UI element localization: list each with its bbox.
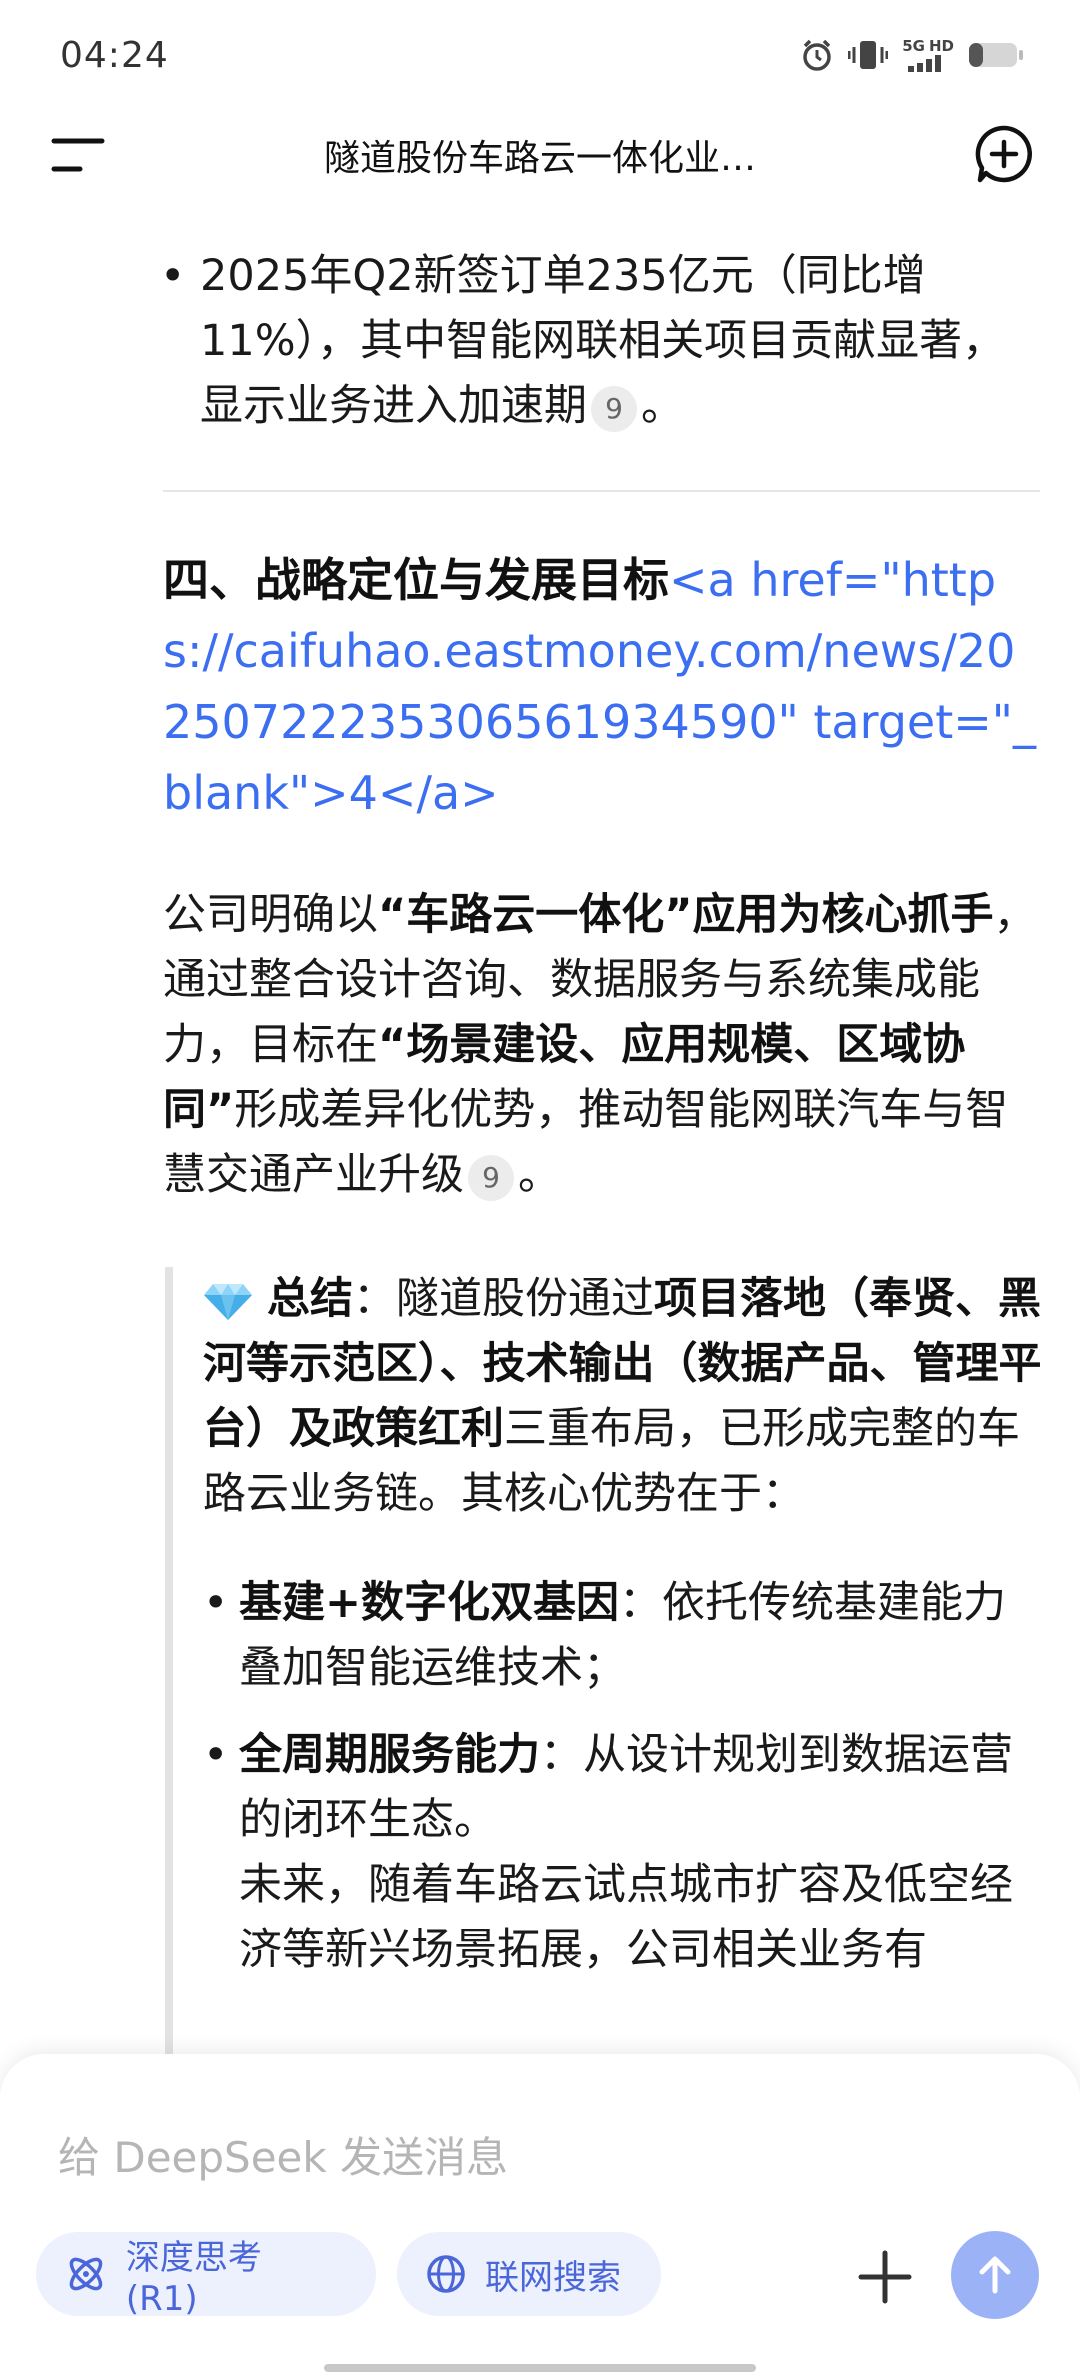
conversation-title[interactable]: 隧道股份车路云一体化业…	[324, 129, 756, 181]
list-item-title: 基建+数字化双基因	[239, 1578, 620, 1628]
alarm-icon	[803, 39, 831, 71]
list-item: • 2025年Q2新签订单235亿元（同比增11%），其中智能网联相关项目贡献显…	[160, 244, 1040, 439]
network-hd-label: HD	[928, 37, 954, 55]
paragraph-text: 形成差异化优势，推动智能网联汽车与智慧交通产业升级	[163, 1085, 1009, 1200]
citation-badge[interactable]: 9	[591, 385, 637, 432]
citation-badge[interactable]: 9	[468, 1154, 514, 1201]
gem-icon	[204, 1283, 252, 1320]
bullet-dot: •	[203, 1730, 229, 1780]
list-item: • 基建+数字化双基因：依托传统基建能力叠加智能运维技术；	[203, 1571, 1045, 1701]
deep-think-button[interactable]: 深度思考 (R1)	[36, 2232, 376, 2319]
signal-icon	[908, 55, 942, 72]
summary-label: 总结	[267, 1274, 353, 1324]
section-divider	[163, 490, 1040, 492]
status-bar: 04:24 5G HD	[0, 0, 1080, 110]
section-title: 四、战略定位与发展目标	[163, 553, 669, 607]
bullet-dot: •	[160, 251, 186, 301]
battery-icon	[969, 43, 1023, 67]
list-item-text: 2025年Q2新签订单235亿元（同比增11%），其中智能网联相关项目贡献显著，…	[200, 244, 1040, 439]
network-5g-label: 5G	[902, 37, 925, 55]
new-chat-icon[interactable]	[974, 124, 1034, 184]
emphasis-text: “车路云一体化”应用为核心抓手	[378, 890, 994, 940]
list-item-title: 全周期服务能力	[239, 1730, 540, 1780]
deep-think-label: 深度思考 (R1)	[125, 2237, 262, 2319]
menu-icon[interactable]	[50, 132, 106, 178]
message-content: • 2025年Q2新签订单235亿元（同比增11%），其中智能网联相关项目贡献显…	[0, 200, 1080, 2060]
summary-list: • 基建+数字化双基因：依托传统基建能力叠加智能运维技术； • 全周期服务能力：…	[203, 1571, 1045, 1983]
bullet-dot: •	[203, 1578, 229, 1628]
summary-tail: 未来，随着车路云试点城市扩容及低空经济等新兴场景拓展，公司相关业务有	[239, 1860, 1013, 1975]
paragraph: 公司明确以“车路云一体化”应用为核心抓手，通过整合设计咨询、数据服务与系统集成能…	[163, 883, 1043, 1208]
paragraph-text: 公司明确以	[163, 890, 378, 940]
summary-paragraph: 总结：隧道股份通过项目落地（奉贤、黑河等示范区）、技术输出（数据产品、管理平台）…	[203, 1267, 1045, 1527]
input-panel: 给 DeepSeek 发送消息 深度思考 (R1) 联网搜索	[0, 2054, 1080, 2376]
globe-icon	[427, 2255, 465, 2293]
home-indicator[interactable]	[324, 2364, 756, 2372]
network-indicator: 5G HD	[902, 38, 954, 72]
arrow-up-icon	[979, 2256, 1011, 2294]
message-input[interactable]: 给 DeepSeek 发送消息	[58, 2124, 508, 2185]
web-search-label: 联网搜索	[485, 2257, 621, 2298]
section-heading: 四、战略定位与发展目标<a href="https://caifuhao.eas…	[163, 545, 1043, 829]
vibrate-icon	[848, 41, 889, 69]
send-button[interactable]	[951, 2231, 1039, 2319]
plus-icon[interactable]	[855, 2247, 915, 2307]
web-search-button[interactable]: 联网搜索	[397, 2232, 661, 2316]
atom-icon	[69, 2257, 103, 2291]
chat-header: 隧道股份车路云一体化业…	[0, 110, 1080, 200]
sentence-end: 。	[641, 381, 684, 431]
sentence-end: 。	[518, 1150, 561, 1200]
status-icons: 5G HD	[800, 38, 1024, 72]
list-item: • 全周期服务能力：从设计规划到数据运营的闭环生态。 未来，随着车路云试点城市扩…	[203, 1723, 1045, 1983]
summary-blockquote: 总结：隧道股份通过项目落地（奉贤、黑河等示范区）、技术输出（数据产品、管理平台）…	[165, 1267, 1045, 2060]
status-time: 04:24	[60, 34, 169, 76]
summary-text: ：隧道股份通过	[353, 1274, 654, 1324]
